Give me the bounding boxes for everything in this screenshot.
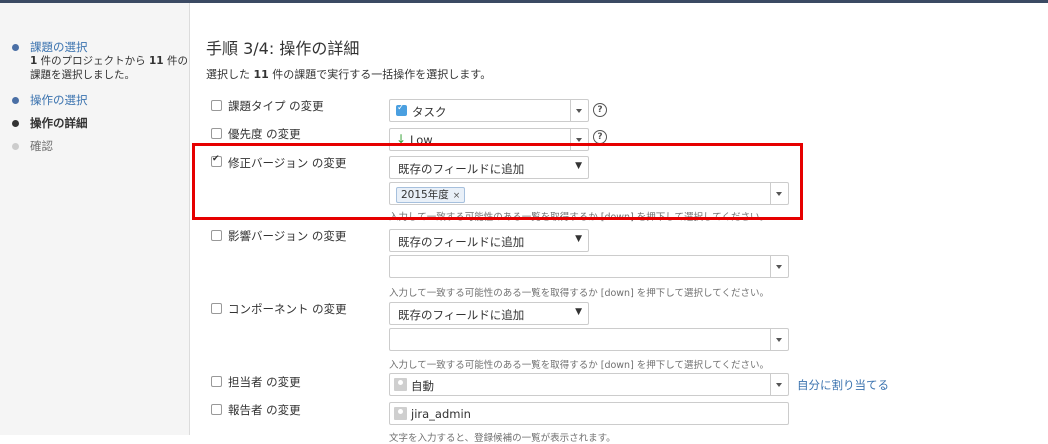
caret-down-icon: ▼ <box>575 307 582 317</box>
reporter-checkbox[interactable] <box>211 404 222 415</box>
components-mode-select[interactable]: 既存のフィールドに追加 ▼ <box>389 302 589 325</box>
chevron-down-icon[interactable] <box>770 256 788 277</box>
reporter-input[interactable]: jira_admin <box>389 402 789 425</box>
fix-version-mode-select[interactable]: 既存のフィールドに追加 ▼ <box>389 156 589 179</box>
fix-version-label: 修正バージョン の変更 <box>228 156 347 170</box>
components-hint: 入力して一致する可能性のある一覧を取得するか [down] を押下して選択してく… <box>389 360 769 371</box>
page-description: 選択した 11 件の課題で実行する一括操作を選択します。 <box>206 68 492 81</box>
fix-version-checkbox[interactable] <box>211 154 222 167</box>
affects-version-mode-select[interactable]: 既存のフィールドに追加 ▼ <box>389 229 589 252</box>
components-input[interactable] <box>389 328 789 351</box>
task-checkbox-icon <box>396 103 407 116</box>
affects-version-input[interactable] <box>389 255 789 278</box>
components-label: コンポーネント の変更 <box>228 302 347 316</box>
avatar-icon <box>394 407 407 420</box>
reporter-label: 報告者 の変更 <box>228 403 301 417</box>
issue-type-checkbox[interactable] <box>211 100 222 111</box>
step-dot-icon <box>12 143 19 150</box>
issue-type-select[interactable]: タスク <box>389 99 589 122</box>
assign-to-me-link[interactable]: 自分に割り当てる <box>797 377 889 393</box>
chevron-down-icon[interactable] <box>770 329 788 350</box>
version-tag[interactable]: 2015年度 × <box>396 187 466 203</box>
fix-version-hint: 入力して一致する可能性のある一覧を取得するか [down] を押下して選択してく… <box>389 212 769 223</box>
assignee-checkbox[interactable] <box>211 376 222 387</box>
step-dot-icon <box>12 44 19 51</box>
step-dot-icon <box>12 120 19 127</box>
help-icon[interactable]: ? <box>593 103 607 117</box>
avatar-icon <box>394 378 407 391</box>
priority-checkbox[interactable] <box>211 128 222 139</box>
chevron-down-icon[interactable] <box>570 100 588 121</box>
step-select-issues-label[interactable]: 課題の選択 <box>30 40 88 54</box>
affects-version-checkbox[interactable] <box>211 230 222 241</box>
wizard-steps-sidebar: 課題の選択 1 件のプロジェクトから 11 件の課題を選択しました。 操作の選択… <box>0 3 190 435</box>
components-checkbox[interactable] <box>211 303 222 314</box>
assignee-label: 担当者 の変更 <box>228 375 301 389</box>
issue-type-label: 課題タイプ の変更 <box>228 99 324 113</box>
page-title: 手順 3/4: 操作の詳細 <box>206 39 360 58</box>
affects-version-hint: 入力して一致する可能性のある一覧を取得するか [down] を押下して選択してく… <box>389 288 769 299</box>
step-confirm-label: 確認 <box>30 139 53 153</box>
caret-down-icon: ▼ <box>575 234 582 244</box>
step-choose-operation-label[interactable]: 操作の選択 <box>30 93 88 107</box>
reporter-hint: 文字を入力すると、登録候補の一覧が表示されます。 <box>389 433 616 444</box>
chevron-down-icon[interactable] <box>770 374 788 395</box>
remove-tag-icon[interactable]: × <box>453 191 461 201</box>
chevron-down-icon[interactable] <box>770 183 788 204</box>
step-operation-details-label: 操作の詳細 <box>30 116 88 130</box>
priority-label: 優先度 の変更 <box>228 127 301 141</box>
priority-select[interactable]: ↓ Low <box>389 128 589 151</box>
assignee-select[interactable]: 自動 <box>389 373 789 396</box>
help-icon[interactable]: ? <box>593 130 607 144</box>
step-dot-icon <box>12 97 19 104</box>
caret-down-icon: ▼ <box>575 161 582 171</box>
affects-version-label: 影響バージョン の変更 <box>228 229 347 243</box>
chevron-down-icon[interactable] <box>570 129 588 150</box>
step-select-issues-summary: 1 件のプロジェクトから 11 件の課題を選択しました。 <box>30 55 188 81</box>
priority-low-arrow-icon: ↓ <box>396 132 407 146</box>
fix-version-input[interactable]: 2015年度 × <box>389 182 789 205</box>
